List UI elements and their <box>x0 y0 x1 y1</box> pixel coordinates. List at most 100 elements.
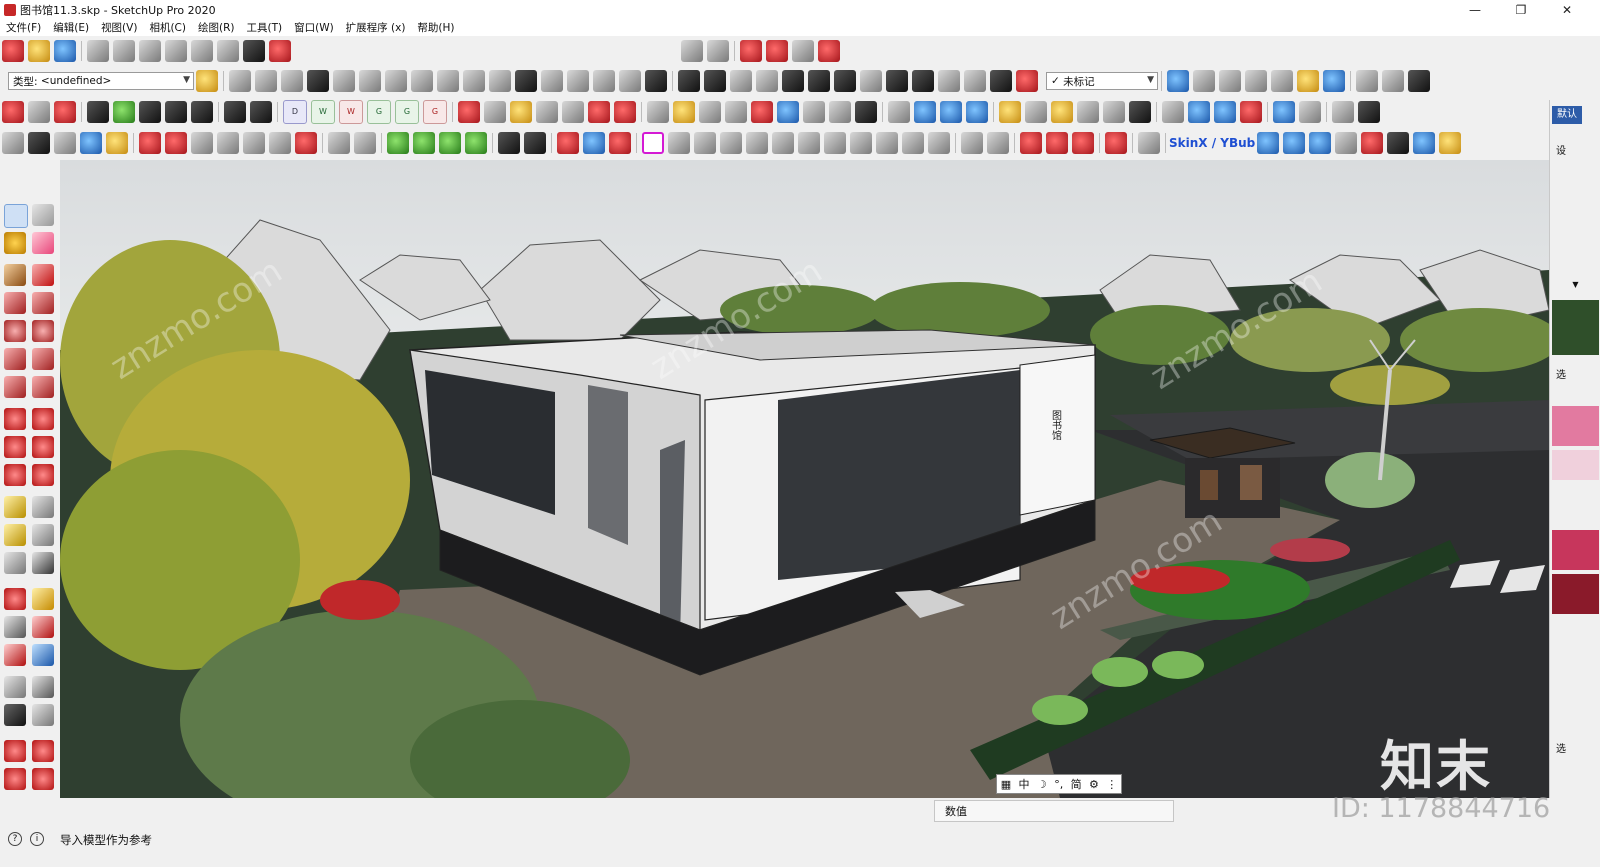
freehand-icon[interactable] <box>32 264 54 286</box>
pie-icon[interactable] <box>32 376 54 398</box>
stack-red-icon[interactable] <box>54 101 76 123</box>
tube-icon[interactable] <box>746 132 768 154</box>
axis-line-2-icon[interactable] <box>987 132 1009 154</box>
sandbox-from-contours-icon[interactable] <box>1162 101 1184 123</box>
skin-2-icon[interactable] <box>1283 132 1306 154</box>
cut-icon[interactable] <box>87 40 109 62</box>
help-icon[interactable] <box>614 101 636 123</box>
material-3-icon[interactable] <box>191 132 213 154</box>
sphere-icon[interactable] <box>850 132 872 154</box>
layout-send-icon[interactable] <box>4 768 26 790</box>
material-1-icon[interactable] <box>139 132 161 154</box>
material-6-icon[interactable] <box>269 132 291 154</box>
zoom-icon[interactable] <box>699 101 721 123</box>
checker-icon[interactable] <box>139 101 161 123</box>
tag-dropdown[interactable]: ✓ 未标记 ▼ <box>1046 72 1158 90</box>
table-icon[interactable] <box>1408 70 1430 92</box>
bars-icon[interactable] <box>782 70 804 92</box>
tree-a-icon[interactable] <box>387 132 409 154</box>
tool-w-icon[interactable]: W <box>311 100 335 124</box>
text-tool-icon[interactable] <box>32 524 54 546</box>
mirror-icon[interactable] <box>583 132 605 154</box>
ime-punct-icon[interactable]: °, <box>1054 778 1063 791</box>
select-pointer-icon[interactable] <box>609 132 631 154</box>
stop-icon[interactable] <box>1361 132 1384 154</box>
warehouse-tool-icon[interactable] <box>4 740 26 762</box>
extension-manager-icon[interactable] <box>766 40 788 62</box>
dimension-tool-icon[interactable] <box>32 496 54 518</box>
dimension-icon[interactable] <box>1025 101 1047 123</box>
restore-button[interactable]: ❐ <box>1498 0 1544 19</box>
polygon-icon[interactable] <box>32 320 54 342</box>
info-circle-icon[interactable]: i <box>30 832 44 846</box>
align-icon[interactable] <box>333 70 355 92</box>
rotated-rectangle-icon[interactable] <box>32 292 54 314</box>
open-folder-icon[interactable] <box>28 40 50 62</box>
orbit-tool-icon[interactable] <box>4 588 26 610</box>
undo-icon[interactable] <box>191 40 213 62</box>
circle-icon[interactable] <box>4 320 26 342</box>
helix-icon[interactable] <box>756 70 778 92</box>
paste-icon[interactable] <box>139 40 161 62</box>
arrow-curve-icon[interactable] <box>557 132 579 154</box>
section-a-icon[interactable] <box>1020 132 1042 154</box>
lightbulb-icon[interactable] <box>1439 132 1462 154</box>
3d-text-icon[interactable] <box>1129 101 1151 123</box>
zoom-window-icon[interactable] <box>725 101 747 123</box>
iso-view-icon[interactable] <box>914 101 936 123</box>
hidden-line-icon[interactable] <box>1245 70 1267 92</box>
chain-icon[interactable] <box>704 70 726 92</box>
skin-1-icon[interactable] <box>1257 132 1280 154</box>
split-icon[interactable] <box>411 70 433 92</box>
copy-icon[interactable] <box>113 40 135 62</box>
gear-icon[interactable] <box>191 101 213 123</box>
target-icon[interactable] <box>588 101 610 123</box>
zoom-window-tool-icon[interactable] <box>32 616 54 638</box>
pyramid-icon[interactable] <box>928 132 950 154</box>
model-info-icon[interactable] <box>269 40 291 62</box>
material-7-icon[interactable] <box>295 132 317 154</box>
axis-line-icon[interactable] <box>961 132 983 154</box>
protractor-icon[interactable] <box>1051 101 1073 123</box>
look-around-icon[interactable] <box>829 101 851 123</box>
ime-chinese[interactable]: 中 <box>1019 776 1030 792</box>
erase-icon[interactable] <box>165 40 187 62</box>
follow-me-tool-icon[interactable] <box>32 436 54 458</box>
dots-icon[interactable] <box>886 70 908 92</box>
plant-icon[interactable] <box>354 132 376 154</box>
ime-gear-icon[interactable]: ⚙ <box>1089 778 1099 791</box>
monochrome-icon[interactable] <box>1323 70 1345 92</box>
shaded-icon[interactable] <box>1271 70 1293 92</box>
eye-icon[interactable] <box>32 676 54 698</box>
type-dropdown[interactable]: 类型: <undefined> ▼ <box>8 72 194 90</box>
grass-icon[interactable] <box>413 132 435 154</box>
sandbox-from-scratch-icon[interactable] <box>1188 101 1210 123</box>
ime-toolbar[interactable]: ▦ 中 ☽ °, 简 ⚙ ⋮ <box>996 774 1122 794</box>
box-icon[interactable] <box>772 132 794 154</box>
book-icon[interactable] <box>1382 70 1404 92</box>
info-icon[interactable] <box>250 101 272 123</box>
skin-3-icon[interactable] <box>1309 132 1332 154</box>
line-icon[interactable] <box>498 132 520 154</box>
house-red-icon[interactable] <box>1105 132 1127 154</box>
no-icon[interactable] <box>484 101 506 123</box>
zoom-extents-icon[interactable] <box>751 101 773 123</box>
grid-icon[interactable] <box>255 70 277 92</box>
position-camera-tool-icon[interactable] <box>4 676 26 698</box>
stairs-icon[interactable] <box>229 70 251 92</box>
loop-icon[interactable] <box>463 70 485 92</box>
refresh-icon[interactable] <box>28 101 50 123</box>
menu-help[interactable]: 帮助(H) <box>411 20 460 35</box>
frame-icon[interactable] <box>642 132 664 154</box>
orbit-icon[interactable] <box>647 101 669 123</box>
attributes-icon[interactable] <box>196 70 218 92</box>
walk-icon[interactable] <box>855 101 877 123</box>
skin-label[interactable]: SkinX / YBub <box>1169 136 1255 150</box>
xray-icon[interactable] <box>1167 70 1189 92</box>
menu-tools[interactable]: 工具(T) <box>240 20 288 35</box>
wave-icon[interactable] <box>730 70 752 92</box>
menu-extensions[interactable]: 扩展程序 (x) <box>340 20 412 35</box>
ime-simplified[interactable]: 简 <box>1071 776 1082 792</box>
columns-icon[interactable] <box>834 70 856 92</box>
arch-icon[interactable] <box>1138 132 1160 154</box>
